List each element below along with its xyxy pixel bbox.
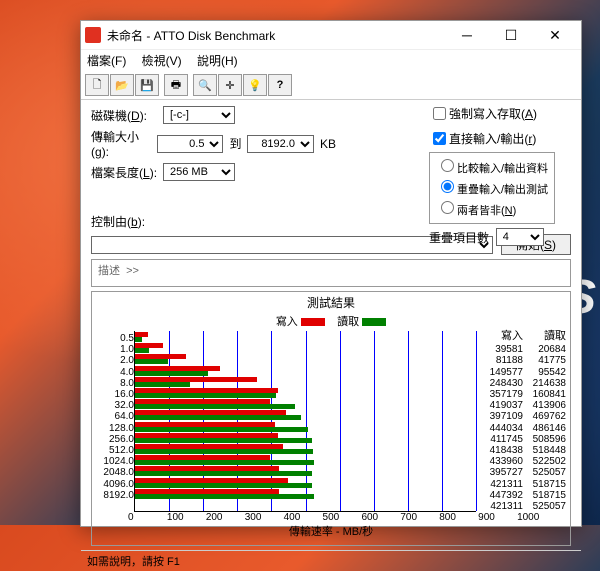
table-row: 411745508596 [480, 434, 566, 445]
x-axis-title: 傳輸速率 - MB/秒 [96, 523, 566, 539]
table-row: 433960522502 [480, 456, 566, 467]
window-title: 未命名 - ATTO Disk Benchmark [107, 27, 445, 44]
table-row: 397109469762 [480, 411, 566, 422]
table-row: 8118841775 [480, 355, 566, 366]
find-icon[interactable]: 🔍 [193, 74, 217, 96]
table-row: 248430214638 [480, 378, 566, 389]
info-icon[interactable]: 💡 [243, 74, 267, 96]
table-row: 357179160841 [480, 389, 566, 400]
menu-view[interactable]: 檢視(V) [142, 54, 182, 68]
compare-label: 比較輸入/輸出資料 [457, 163, 548, 175]
menubar: 檔案(F) 檢視(V) 說明(H) [81, 50, 581, 71]
save-icon[interactable]: 💾 [135, 74, 159, 96]
x-axis-labels: 01002003004005006007008009001000 [134, 512, 562, 523]
length-label: 檔案長度(L): [91, 164, 163, 181]
bar-read [135, 449, 313, 454]
content-area: 磁碟機(D): [-c-] 傳輸大小(g): 0.5 到 8192.0 KB 檔… [81, 100, 581, 550]
size-label: 傳輸大小(g): [91, 128, 157, 159]
toolbar: 🗋 📂 💾 🖶 🔍 ✛ 💡 ? [81, 71, 581, 100]
force-write-label: 強制寫入存取(A) [449, 105, 537, 122]
data-table: 寫入讀取 39581206848118841775149577955422484… [480, 331, 566, 512]
app-icon [85, 27, 101, 43]
force-write-checkbox[interactable] [433, 107, 446, 120]
chart-area [134, 331, 476, 512]
target-icon[interactable]: ✛ [218, 74, 242, 96]
maximize-button[interactable]: ☐ [489, 21, 533, 49]
bar-read [135, 438, 312, 443]
table-row: 421311518715 [480, 479, 566, 490]
results-panel: 測試結果 寫入 讀取 0.51.02.04.08.016.032.064.012… [91, 291, 571, 546]
neither-radio[interactable] [441, 201, 454, 214]
bar-read [135, 348, 149, 353]
minimize-button[interactable]: ─ [445, 21, 489, 49]
table-row: 3958120684 [480, 344, 566, 355]
table-row: 419037413906 [480, 400, 566, 411]
y-axis-labels: 0.51.02.04.08.016.032.064.0128.0256.0512… [96, 331, 134, 512]
bar-read [135, 427, 308, 432]
table-row: 418438518448 [480, 445, 566, 456]
menu-help[interactable]: 說明(H) [197, 54, 238, 68]
drive-label: 磁碟機(D): [91, 107, 163, 124]
bar-read [135, 337, 142, 342]
queue-select[interactable]: 4 [496, 228, 544, 246]
status-bar: 如需說明，請按 F1 [81, 550, 581, 571]
bar-read [135, 471, 312, 476]
size-to-select[interactable]: 8192.0 [247, 135, 313, 153]
description-box: 描述 >> [91, 259, 571, 287]
bar-read [135, 460, 314, 465]
chart-legend: 寫入 讀取 [96, 313, 566, 329]
size-from-select[interactable]: 0.5 [157, 135, 223, 153]
bar-read [135, 415, 301, 420]
open-icon[interactable]: 📂 [110, 74, 134, 96]
neither-label: 兩者皆非(N) [457, 205, 516, 217]
direct-io-checkbox[interactable] [433, 132, 446, 145]
length-select[interactable]: 256 MB [163, 163, 235, 181]
menu-file[interactable]: 檔案(F) [87, 54, 126, 68]
bar-read [135, 393, 276, 398]
overlap-radio[interactable] [441, 180, 454, 193]
new-icon[interactable]: 🗋 [85, 74, 109, 96]
control-label: 控制由(b): [91, 213, 153, 230]
table-row: 421311525057 [480, 501, 566, 512]
bar-read [135, 483, 312, 488]
to-label: 到 [229, 135, 241, 152]
table-row: 395727525057 [480, 467, 566, 478]
bar-read [135, 494, 314, 499]
bar-read [135, 371, 208, 376]
overlap-label: 重疊輸入/輸出測試 [457, 184, 548, 196]
print-icon[interactable]: 🖶 [164, 74, 188, 96]
help-icon[interactable]: ? [268, 74, 292, 96]
kb-label: KB [320, 137, 336, 151]
table-row: 444034486146 [480, 423, 566, 434]
app-window: 未命名 - ATTO Disk Benchmark ─ ☐ ✕ 檔案(F) 檢視… [80, 20, 582, 527]
table-row: 447392518715 [480, 490, 566, 501]
compare-radio[interactable] [441, 159, 454, 172]
mode-fieldset: 比較輸入/輸出資料 重疊輸入/輸出測試 兩者皆非(N) [429, 152, 555, 224]
table-row: 14957795542 [480, 367, 566, 378]
queue-label: 重疊項目數 [429, 229, 489, 246]
bar-read [135, 382, 190, 387]
bar-read [135, 359, 168, 364]
direct-io-label: 直接輸入/輸出(r) [449, 130, 536, 147]
titlebar: 未命名 - ATTO Disk Benchmark ─ ☐ ✕ [81, 21, 581, 50]
results-title: 測試結果 [96, 294, 566, 311]
bar-read [135, 404, 295, 409]
close-button[interactable]: ✕ [533, 21, 577, 49]
drive-select[interactable]: [-c-] [163, 106, 235, 124]
